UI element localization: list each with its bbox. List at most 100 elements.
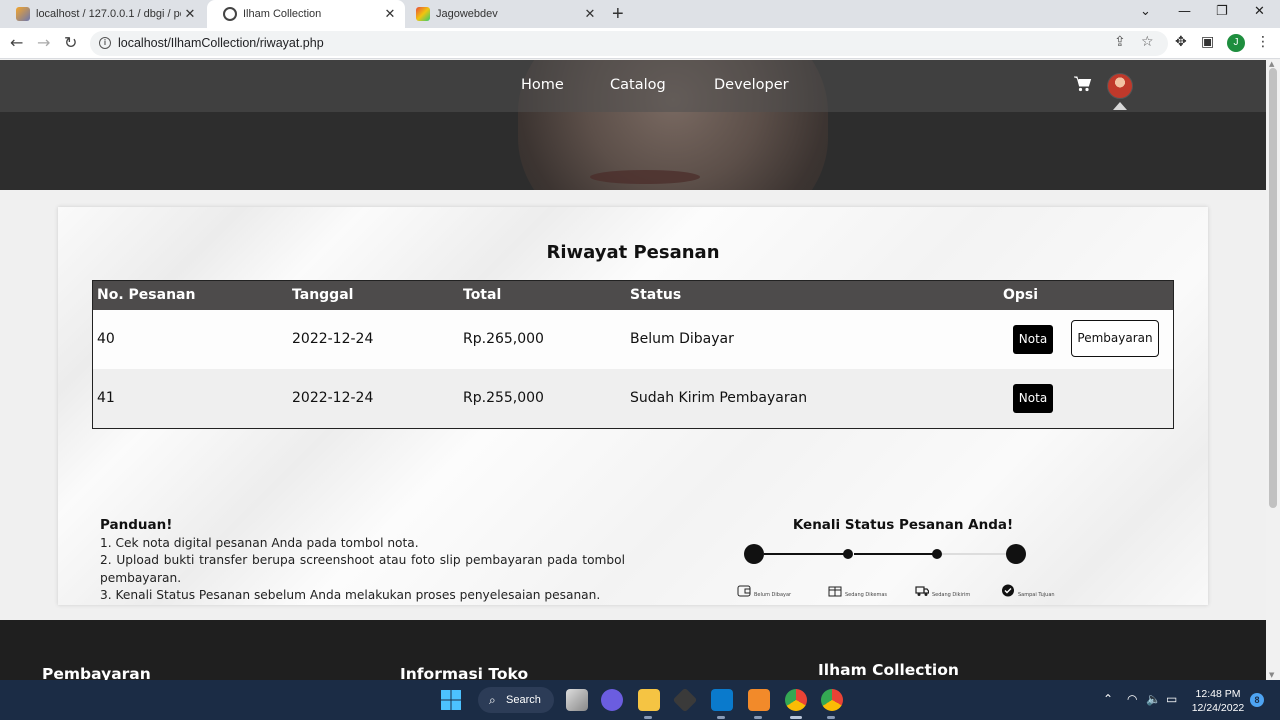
order-number: 41: [97, 390, 115, 406]
close-icon[interactable]: ✕: [181, 6, 199, 22]
menu-icon[interactable]: ⋮: [1256, 34, 1270, 50]
step-dot: [744, 544, 764, 564]
browser-toolbar: ← → ↻ i localhost/IlhamCollection/riwaya…: [0, 28, 1280, 59]
step-label: Sampai Tujuan: [1018, 592, 1055, 598]
file-explorer-icon[interactable]: [638, 689, 660, 711]
jagowebdev-icon: [416, 7, 430, 21]
step-dot: [1006, 544, 1026, 564]
address-bar[interactable]: i localhost/IlhamCollection/riwayat.php …: [90, 31, 1168, 56]
share-icon[interactable]: ⇪: [1114, 34, 1126, 50]
package-icon: [828, 586, 842, 597]
new-tab-button[interactable]: +: [612, 3, 624, 26]
chrome-profile-icon[interactable]: [821, 689, 843, 711]
forward-icon[interactable]: →: [37, 33, 50, 52]
running-indicator: [717, 716, 725, 719]
page-scrollbar[interactable]: ▲ ▼: [1266, 60, 1280, 680]
page-viewport: Home Catalog Developer Riwayat Pesanan N…: [0, 60, 1266, 680]
nav-developer[interactable]: Developer: [714, 77, 789, 93]
clock-time: 12:48 PM: [1195, 688, 1241, 700]
start-icon[interactable]: [440, 689, 462, 711]
site-info-icon[interactable]: i: [99, 37, 111, 49]
close-icon[interactable]: ✕: [581, 6, 599, 22]
order-date: 2022-12-24: [292, 390, 374, 406]
scroll-down-icon[interactable]: ▼: [1269, 671, 1274, 679]
tab-ilham-collection[interactable]: Ilham Collection ✕: [207, 0, 405, 28]
tray-overflow-icon[interactable]: ⌃: [1103, 692, 1113, 706]
tab-jagowebdev[interactable]: Jagowebdev ✕: [400, 0, 605, 28]
close-window-icon[interactable]: ✕: [1254, 4, 1265, 19]
order-total: Rp.265,000: [463, 331, 544, 347]
nota-button[interactable]: Nota: [1013, 325, 1053, 354]
chrome-icon[interactable]: [785, 689, 807, 711]
extensions-icon[interactable]: ✥: [1175, 34, 1187, 50]
vscode-icon[interactable]: [711, 689, 733, 711]
col-header-no: No. Pesanan: [97, 287, 196, 303]
guide-item: 2. Upload bukti transfer berupa screensh…: [100, 553, 625, 585]
taskbar-clock[interactable]: 12:48 PM 12/24/2022: [1190, 687, 1246, 715]
tab-title: Ilham Collection: [243, 8, 322, 20]
wifi-icon[interactable]: ◠: [1127, 692, 1137, 706]
clock-date: 12/24/2022: [1191, 702, 1245, 714]
col-header-total: Total: [463, 287, 502, 303]
scroll-up-icon[interactable]: ▲: [1269, 60, 1274, 68]
search-label: Search: [506, 694, 541, 706]
close-icon[interactable]: ✕: [381, 6, 399, 22]
nav-catalog[interactable]: Catalog: [610, 77, 666, 93]
step-connector: [854, 553, 934, 555]
tab-phpmyadmin[interactable]: localhost / 127.0.0.1 / dbgi / pem ✕: [0, 0, 205, 28]
check-circle-icon: [1002, 584, 1014, 597]
chat-icon[interactable]: [601, 689, 623, 711]
tab-title: Jagowebdev: [436, 8, 498, 20]
step-connector: [942, 553, 1014, 555]
order-history-card: Riwayat Pesanan No. Pesanan Tanggal Tota…: [58, 207, 1208, 605]
taskbar-search[interactable]: ⌕ Search: [478, 687, 554, 713]
profile-avatar[interactable]: J: [1227, 34, 1245, 52]
cart-icon[interactable]: [1074, 76, 1092, 92]
back-icon[interactable]: ←: [10, 33, 23, 52]
order-status: Sudah Kirim Pembayaran: [630, 390, 808, 406]
globe-icon: [223, 7, 237, 21]
order-status: Belum Dibayar: [630, 331, 734, 347]
maximize-icon[interactable]: ❐: [1216, 4, 1228, 19]
hero-image-detail: [590, 170, 700, 184]
unity-icon[interactable]: [672, 687, 698, 713]
wallet-icon: [737, 585, 751, 597]
status-guide-title: Kenali Status Pesanan Anda!: [792, 517, 1014, 533]
pembayaran-button[interactable]: Pembayaran: [1071, 320, 1159, 357]
windows-taskbar: ⌕ Search ⌃ ◠ 🔈 ▭ 12:48 PM 12/24/2022 8: [0, 680, 1280, 720]
table-header: No. Pesanan Tanggal Total Status Opsi: [93, 281, 1173, 310]
guide-item: 1. Cek nota digital pesanan Anda pada to…: [100, 536, 419, 550]
nota-button[interactable]: Nota: [1013, 384, 1053, 413]
guide-title: Panduan!: [100, 517, 173, 533]
hero-banner: Home Catalog Developer: [0, 60, 1266, 190]
step-connector: [764, 553, 844, 555]
notification-badge[interactable]: 8: [1250, 693, 1264, 707]
step-dot: [843, 549, 853, 559]
phpmyadmin-icon: [16, 7, 30, 21]
delivery-truck-icon: [915, 586, 929, 596]
col-header-opsi: Opsi: [1003, 287, 1039, 303]
bookmark-star-icon[interactable]: ☆: [1141, 34, 1154, 50]
running-indicator: [754, 716, 762, 719]
minimize-icon[interactable]: —: [1178, 4, 1191, 19]
scrollbar-thumb[interactable]: [1269, 68, 1277, 508]
order-status-stepper: Belum Dibayar Sedang Dikemas Sedang Diki…: [737, 537, 1058, 598]
reload-icon[interactable]: ↻: [64, 33, 77, 52]
footer-title-ilham-collection: Ilham Collection: [818, 661, 959, 679]
side-panel-icon[interactable]: ▣: [1201, 34, 1214, 50]
task-view-icon[interactable]: [566, 689, 588, 711]
user-avatar[interactable]: [1107, 73, 1133, 99]
url-text[interactable]: localhost/IlhamCollection/riwayat.php: [118, 36, 324, 50]
step-dot: [932, 549, 942, 559]
col-header-tanggal: Tanggal: [292, 287, 354, 303]
order-total: Rp.255,000: [463, 390, 544, 406]
browser-tab-strip: localhost / 127.0.0.1 / dbgi / pem ✕ Ilh…: [0, 0, 1280, 28]
nav-home[interactable]: Home: [521, 77, 564, 93]
xampp-icon[interactable]: [748, 689, 770, 711]
tab-search-icon[interactable]: ⌄: [1140, 4, 1151, 19]
volume-icon[interactable]: 🔈: [1146, 692, 1161, 706]
orders-table: No. Pesanan Tanggal Total Status Opsi 40…: [92, 280, 1174, 429]
battery-icon[interactable]: ▭: [1166, 692, 1177, 706]
guide-list: 1. Cek nota digital pesanan Anda pada to…: [100, 535, 625, 604]
table-row: 40 2022-12-24 Rp.265,000 Belum Dibayar N…: [93, 310, 1173, 369]
